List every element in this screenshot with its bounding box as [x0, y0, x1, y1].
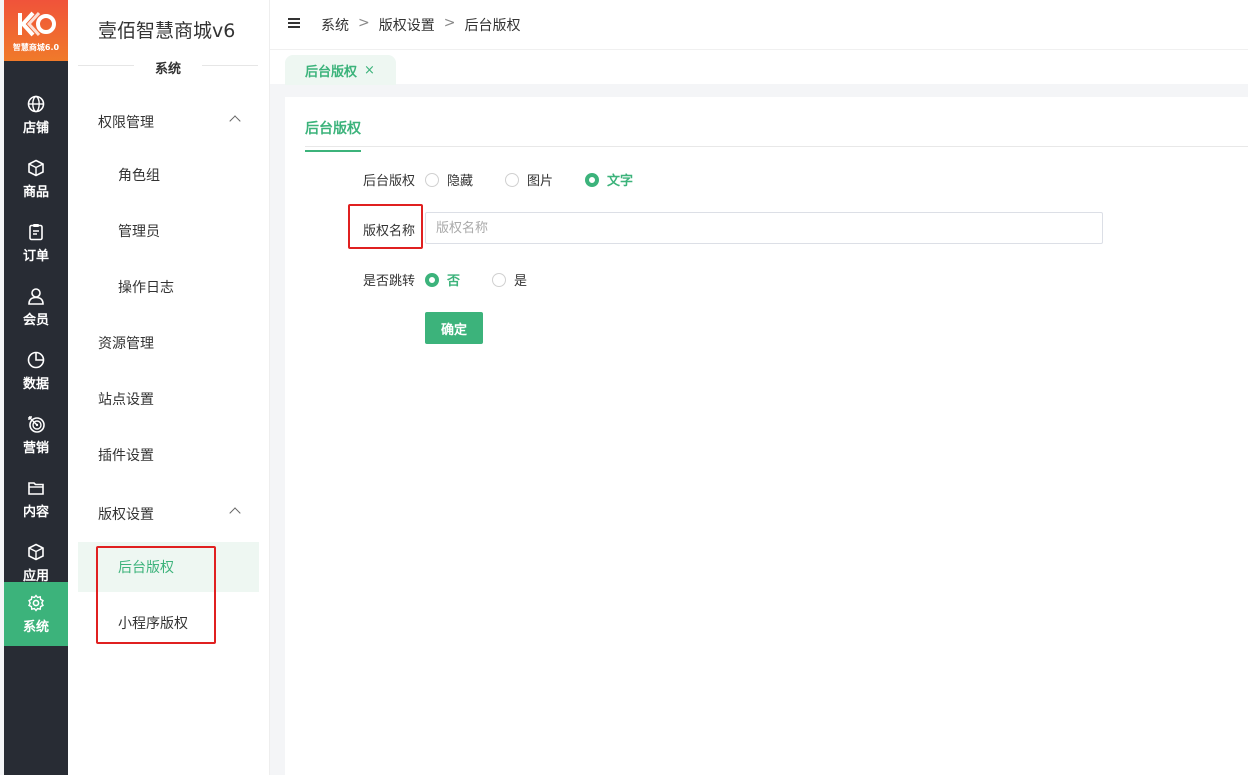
nav-item-label: 版权设置 — [98, 507, 154, 523]
section-title: 系统 — [155, 62, 182, 77]
icon-rail: 智慧商城6.0 店铺 商品 订单 会员 数据 营销 内容 应用 系统 — [4, 0, 68, 775]
nav-item-admins[interactable]: 管理员 — [78, 206, 259, 256]
nav-item-miniapp-copyright[interactable]: 小程序版权 — [78, 598, 259, 648]
rail-item-label: 内容 — [22, 505, 49, 520]
radio-circle — [492, 272, 506, 287]
copyright-name-label: 版权名称 — [363, 224, 416, 239]
rail-item-members[interactable]: 会员 — [4, 275, 68, 339]
nav-item-label: 后台版权 — [118, 560, 174, 576]
confirm-button[interactable]: 确定 — [425, 312, 483, 344]
radio-image[interactable]: 图片 — [505, 170, 553, 189]
copyright-type-label: 后台版权 — [363, 174, 416, 189]
breadcrumb-separator: > — [443, 15, 456, 31]
radio-circle — [505, 172, 519, 187]
rail-item-label: 系统 — [22, 620, 49, 635]
box-icon — [26, 158, 46, 178]
radio-circle — [425, 272, 439, 287]
content-panel: 后台版权 后台版权 隐藏 图片 文字 版权名称 是否跳转 否 是 确定 — [285, 97, 1248, 775]
logo-text: 智慧商城6.0 — [12, 42, 60, 52]
rail-item-label: 店铺 — [22, 121, 49, 136]
globe-icon — [26, 94, 46, 114]
breadcrumb: 系统 > 版权设置 > 后台版权 — [321, 15, 520, 35]
radio-hide[interactable]: 隐藏 — [425, 170, 473, 189]
rail-item-marketing[interactable]: 营销 — [4, 403, 68, 467]
nav-item-label: 操作日志 — [118, 280, 174, 296]
radio-jump-yes[interactable]: 是 — [492, 270, 527, 289]
radio-label: 否 — [447, 274, 461, 289]
copyright-name-input[interactable] — [425, 212, 1103, 244]
page-tab-admin-copyright[interactable]: 后台版权 × — [285, 55, 396, 85]
nav-item-roles[interactable]: 角色组 — [78, 150, 259, 200]
nav-item-resources[interactable]: 资源管理 — [78, 318, 259, 368]
radio-label: 隐藏 — [447, 174, 474, 189]
chevron-up-icon — [229, 507, 241, 519]
user-icon — [26, 286, 46, 306]
folder-icon — [26, 478, 46, 498]
clipboard-icon — [26, 222, 46, 242]
breadcrumb-item[interactable]: 版权设置 — [379, 15, 435, 35]
logo-icon — [18, 11, 56, 36]
divider — [305, 146, 1248, 147]
rail-item-data[interactable]: 数据 — [4, 339, 68, 403]
nav-item-logs[interactable]: 操作日志 — [78, 262, 259, 312]
rail-item-store[interactable]: 店铺 — [4, 83, 68, 147]
nav-item-label: 管理员 — [118, 224, 160, 240]
radio-circle — [585, 172, 599, 187]
jump-label: 是否跳转 — [363, 274, 416, 289]
pie-chart-icon — [26, 350, 46, 370]
nav-item-label: 权限管理 — [98, 115, 154, 131]
radio-jump-no[interactable]: 否 — [425, 270, 460, 289]
top-bar: 系统 > 版权设置 > 后台版权 — [270, 0, 1248, 50]
sub-sidebar: 壹佰智慧商城v6 系统 权限管理 角色组 管理员 操作日志 资源管理 站点设置 … — [68, 0, 270, 775]
rail-item-label: 数据 — [22, 377, 49, 392]
nav-item-admin-copyright[interactable]: 后台版权 — [78, 542, 259, 592]
rail-item-label: 营销 — [22, 441, 49, 456]
divider — [78, 65, 134, 66]
rail-item-label: 商品 — [22, 185, 49, 200]
nav-item-label: 站点设置 — [98, 392, 154, 408]
page-tabs-bar: 后台版权 × — [270, 50, 1248, 85]
rail-item-goods[interactable]: 商品 — [4, 147, 68, 211]
rail-item-label: 订单 — [22, 249, 49, 264]
divider — [202, 65, 258, 66]
radio-label: 图片 — [527, 174, 554, 189]
rail-item-label: 会员 — [22, 313, 49, 328]
nav-item-label: 插件设置 — [98, 448, 154, 464]
nav-item-plugin-settings[interactable]: 插件设置 — [78, 430, 259, 480]
gear-icon — [26, 593, 46, 613]
cube-icon — [26, 542, 46, 562]
radio-text[interactable]: 文字 — [585, 170, 633, 189]
breadcrumb-item: 后台版权 — [464, 18, 521, 34]
breadcrumb-item[interactable]: 系统 — [321, 15, 349, 35]
nav-item-site-settings[interactable]: 站点设置 — [78, 374, 259, 424]
nav-item-permissions[interactable]: 权限管理 — [78, 97, 259, 147]
radio-label: 是 — [514, 274, 528, 289]
close-icon[interactable]: × — [364, 63, 375, 78]
nav-item-copyright-settings[interactable]: 版权设置 — [78, 489, 259, 539]
radio-circle — [425, 172, 439, 187]
menu-toggle-icon[interactable] — [288, 18, 300, 28]
breadcrumb-separator: > — [358, 15, 370, 31]
nav-item-label: 角色组 — [118, 168, 160, 184]
rail-item-system[interactable]: 系统 — [4, 582, 68, 646]
chevron-up-icon — [229, 115, 241, 127]
rail-item-content[interactable]: 内容 — [4, 467, 68, 531]
nav-item-label: 小程序版权 — [118, 616, 188, 632]
target-icon — [26, 414, 46, 434]
rail-item-orders[interactable]: 订单 — [4, 211, 68, 275]
brand-title: 壹佰智慧商城v6 — [98, 20, 236, 42]
radio-label: 文字 — [607, 174, 634, 189]
nav-item-label: 资源管理 — [98, 336, 154, 352]
tab-label: 后台版权 — [305, 64, 358, 80]
app-logo[interactable]: 智慧商城6.0 — [4, 0, 68, 61]
